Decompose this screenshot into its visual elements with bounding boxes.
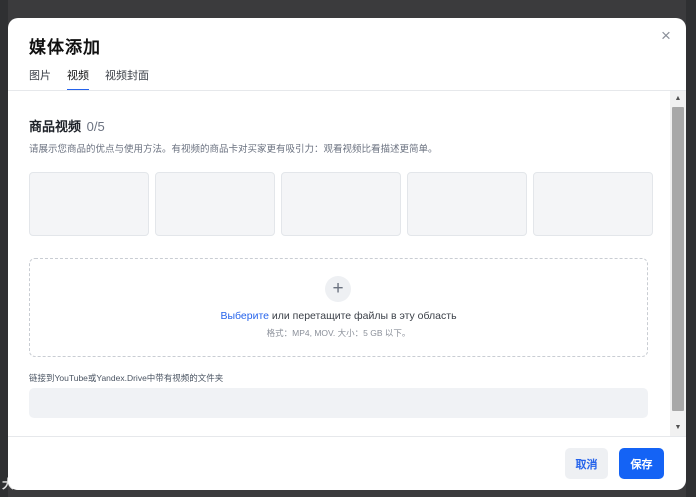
modal-title: 媒体添加	[29, 38, 101, 57]
tab-images[interactable]: 图片	[29, 67, 51, 91]
arrow-up-icon[interactable]: ▲	[670, 92, 686, 106]
video-slot[interactable]	[281, 172, 401, 236]
video-slot[interactable]	[155, 172, 275, 236]
video-count: 0/5	[86, 119, 105, 134]
close-icon[interactable]: ×	[656, 26, 676, 46]
upload-dropzone[interactable]: + Выберите или перетащите файлы в эту об…	[29, 258, 648, 357]
video-slot[interactable]	[533, 172, 653, 236]
video-link-input[interactable]	[29, 388, 648, 418]
tab-video[interactable]: 视频	[67, 67, 89, 91]
video-slots	[29, 172, 653, 236]
tab-video-cover[interactable]: 视频封面	[105, 67, 149, 91]
backdrop-left	[0, 0, 8, 497]
video-slot[interactable]	[29, 172, 149, 236]
footer-divider	[8, 436, 686, 437]
upload-format-hint: 格式：MP4, MOV. 大小：5 GB 以下。	[266, 328, 411, 338]
plus-icon[interactable]: +	[325, 276, 351, 302]
choose-file-link[interactable]: Выберите	[220, 310, 269, 322]
cancel-button[interactable]: 取消	[565, 448, 608, 479]
upload-instruction-text: или перетащите файлы в эту область	[268, 310, 457, 322]
save-button[interactable]: 保存	[619, 448, 664, 479]
content-scrollbar[interactable]: ▲ ▼	[670, 91, 686, 436]
section-title-text: 商品视频	[29, 119, 82, 134]
tab-bar: 图片 视频 视频封面	[29, 67, 149, 91]
upload-instruction: Выберите или перетащите файлы в эту обла…	[30, 310, 647, 322]
scrollbar-thumb[interactable]	[672, 107, 684, 411]
link-field-label: 链接到YouTube或Yandex.Drive中带有视频的文件夹	[29, 373, 224, 383]
section-title: 商品视频 0/5	[29, 116, 105, 135]
modal-content: 商品视频 0/5 请展示您商品的优点与使用方法。有视频的商品卡对买家更有吸引力：…	[8, 91, 670, 436]
watermark-logo: 大数跨境	[2, 477, 55, 491]
arrow-down-icon[interactable]: ▼	[670, 421, 686, 435]
backdrop-right	[686, 0, 696, 497]
media-add-modal: 媒体添加 × 图片 视频 视频封面 商品视频 0/5 请展示您商品的优点与使用方…	[8, 18, 686, 490]
video-slot[interactable]	[407, 172, 527, 236]
section-description: 请展示您商品的优点与使用方法。有视频的商品卡对买家更有吸引力：观看视频比看描述更…	[29, 144, 438, 155]
